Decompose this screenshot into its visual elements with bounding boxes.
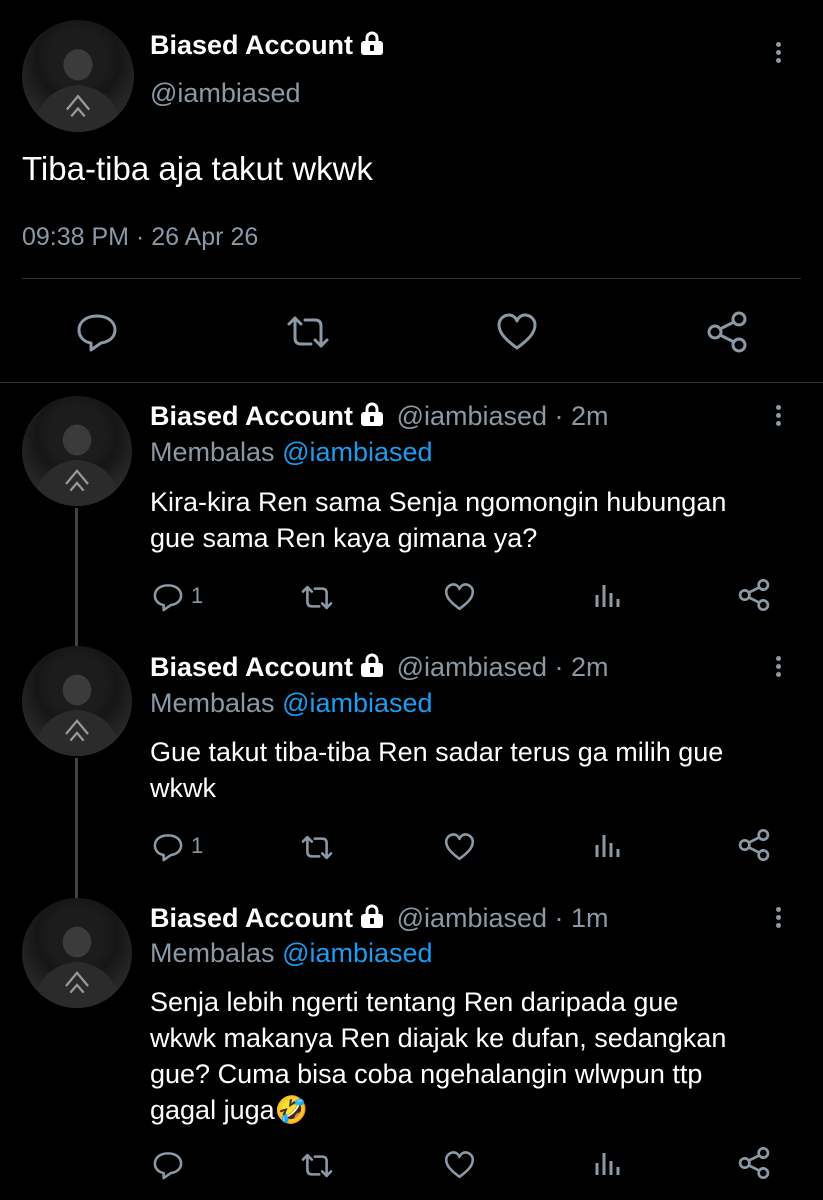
tweet-text-line: wkwk makanya Ren diajak ke dufan, sedang… (150, 1023, 727, 1053)
share-icon[interactable] (737, 578, 771, 612)
replying-prefix: Membalas (150, 688, 275, 718)
display-name[interactable]: Biased Account (150, 903, 353, 933)
mention-link[interactable]: @iambiased (282, 688, 432, 718)
lock-icon (359, 402, 385, 433)
tweet-text: Senja lebih ngerti tentang Ren daripada … (150, 984, 726, 1128)
lock-icon (359, 653, 385, 684)
share-icon[interactable] (737, 1146, 771, 1180)
more-options-icon[interactable] (774, 907, 782, 931)
retweet-icon[interactable] (300, 834, 334, 861)
analytics-icon[interactable] (594, 581, 622, 609)
display-name[interactable]: Biased Account (150, 30, 385, 62)
display-name[interactable]: Biased Account (150, 401, 353, 431)
timestamp[interactable]: 09:38 PM · 26 Apr 26 (22, 223, 258, 252)
like-icon[interactable] (444, 1150, 475, 1180)
reply-count: 1 (191, 583, 204, 608)
tweet-text-line: wkwk (150, 773, 216, 803)
divider (22, 278, 801, 279)
display-name-text[interactable]: Biased Account (150, 30, 353, 60)
tweet-text-line: Senja lebih ngerti tentang Ren daripada … (150, 987, 679, 1017)
divider (0, 382, 823, 383)
reply-count: 1 (191, 833, 204, 858)
thread-line (75, 508, 78, 646)
tweet-text: Gue takut tiba-tiba Ren sadar terus ga m… (150, 734, 723, 806)
lock-icon (359, 31, 385, 62)
retweet-icon[interactable] (300, 584, 334, 611)
tweet-text-line: Kira-kira Ren sama Senja ngomongin hubun… (150, 487, 727, 517)
avatar[interactable] (22, 20, 134, 132)
tweet-header: Biased Account @iambiased · 2m (150, 401, 609, 433)
mention-link[interactable]: @iambiased (282, 938, 432, 968)
analytics-icon[interactable] (594, 831, 622, 859)
avatar-image (33, 404, 121, 506)
avatar-image (33, 28, 123, 132)
tweet-header: Biased Account @iambiased · 1m (150, 903, 609, 935)
retweet-icon[interactable] (300, 1152, 334, 1179)
avatar-image (33, 654, 121, 756)
handle-time[interactable]: @iambiased · 1m (397, 903, 609, 933)
like-icon[interactable] (496, 312, 538, 352)
tweet-text-line: gagal juga🤣 (150, 1095, 309, 1125)
more-options-icon[interactable] (774, 405, 782, 429)
replying-prefix: Membalas (150, 938, 275, 968)
share-icon[interactable] (705, 310, 749, 354)
like-icon[interactable] (444, 832, 475, 862)
replying-to: Membalas @iambiased (150, 688, 433, 719)
tweet-text-line: Gue takut tiba-tiba Ren sadar terus ga m… (150, 737, 724, 767)
handle[interactable]: @iambiased (150, 78, 300, 109)
share-icon[interactable] (737, 828, 771, 862)
display-name[interactable]: Biased Account (150, 652, 353, 682)
tweet-text-line: gue? Cuma bisa coba ngehalangin wlwpun t… (150, 1059, 703, 1089)
replying-prefix: Membalas (150, 437, 275, 467)
tweet-header: Biased Account @iambiased · 2m (150, 652, 609, 684)
handle-time[interactable]: @iambiased · 2m (397, 401, 609, 431)
analytics-icon[interactable] (594, 1149, 622, 1177)
more-options-icon[interactable] (774, 656, 782, 680)
retweet-icon[interactable] (285, 314, 331, 350)
tweet-text: Tiba-tiba aja takut wkwk (22, 150, 373, 187)
avatar[interactable] (22, 396, 132, 506)
reply-icon[interactable] (152, 581, 184, 613)
avatar[interactable] (22, 898, 132, 1008)
reply-icon[interactable] (75, 310, 119, 354)
avatar-image (33, 906, 121, 1008)
avatar[interactable] (22, 646, 132, 756)
like-icon[interactable] (444, 582, 475, 612)
tweet-text: Kira-kira Ren sama Senja ngomongin hubun… (150, 484, 726, 556)
thread-line (75, 758, 78, 898)
lock-icon (359, 904, 385, 935)
handle-time[interactable]: @iambiased · 2m (397, 652, 609, 682)
replying-to: Membalas @iambiased (150, 938, 433, 969)
reply-icon[interactable] (152, 831, 184, 863)
more-options-icon[interactable] (774, 42, 782, 66)
mention-link[interactable]: @iambiased (282, 437, 432, 467)
tweet-text-line: gue sama Ren kaya gimana ya? (150, 523, 538, 553)
replying-to: Membalas @iambiased (150, 437, 433, 468)
reply-icon[interactable] (152, 1149, 184, 1181)
